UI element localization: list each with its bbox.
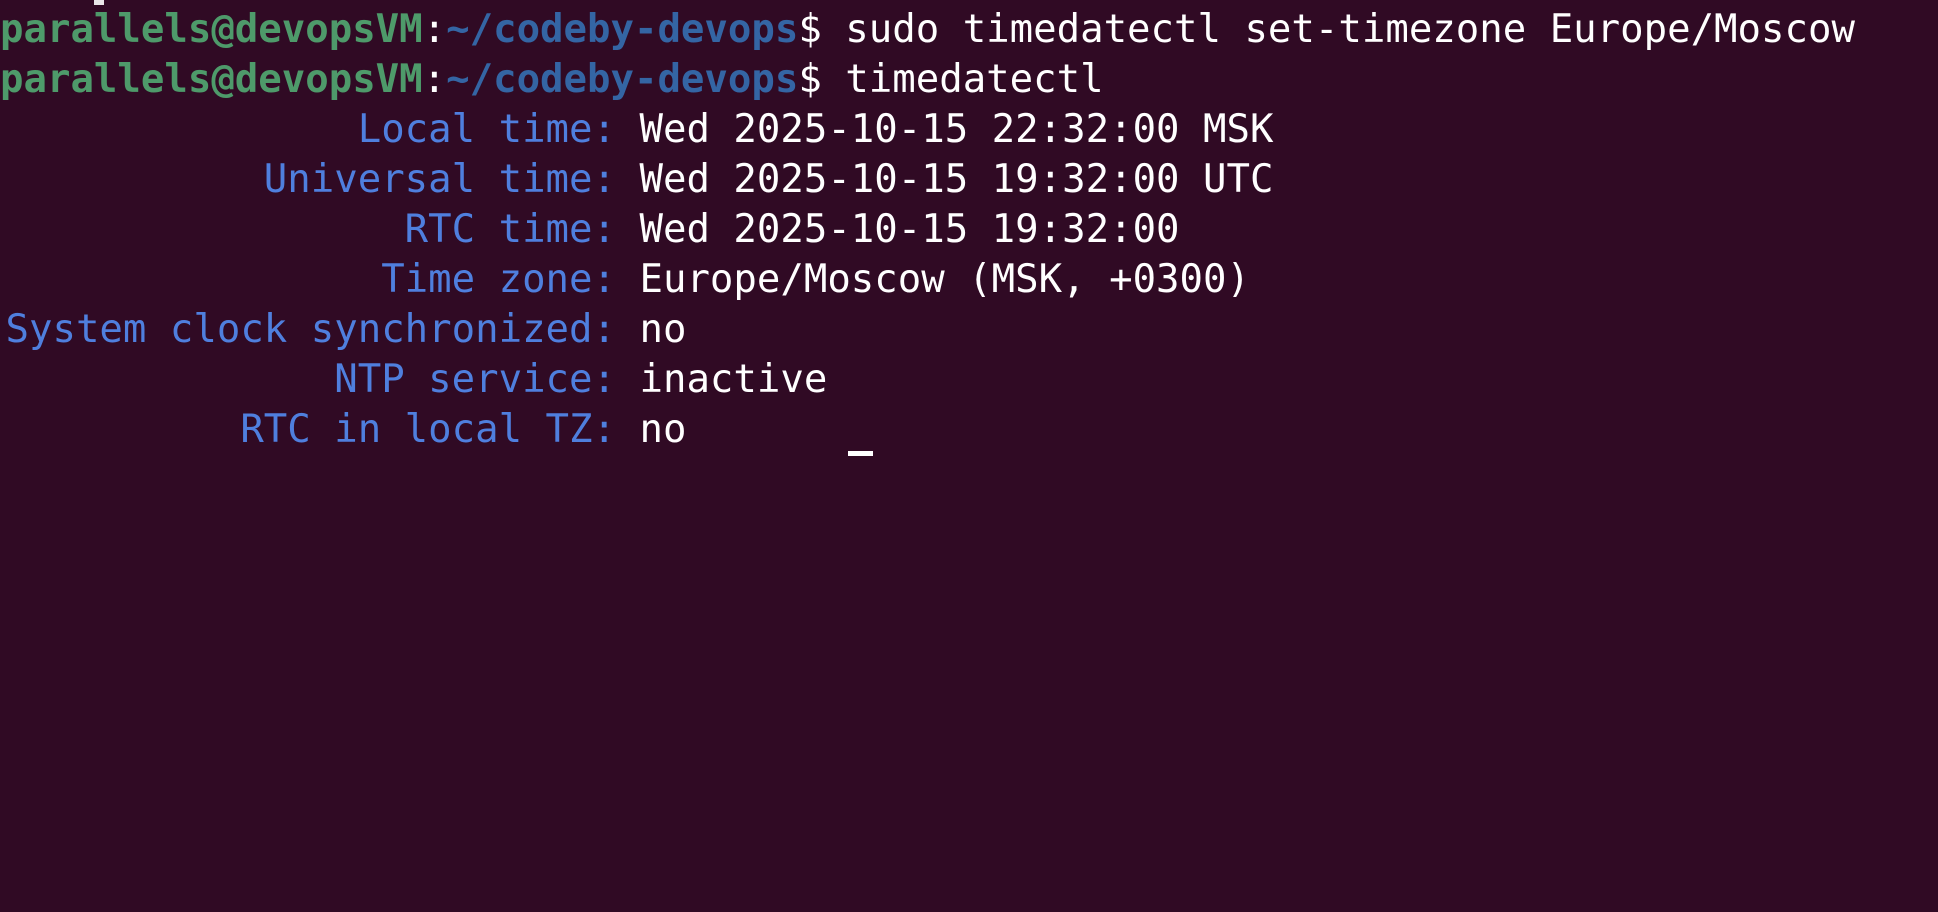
- prompt-colon: :: [422, 57, 447, 102]
- output-row-rtc-local-tz: RTC in local TZ: no: [0, 405, 686, 455]
- output-label: RTC in local TZ:: [240, 407, 616, 452]
- output-label: Universal time:: [263, 157, 616, 202]
- prompt-colon: :: [422, 7, 447, 52]
- output-value: Wed 2025-10-15 19:32:00 UTC: [639, 157, 1274, 202]
- output-value: no: [639, 307, 687, 352]
- output-row-ntp-service: NTP service: inactive: [0, 355, 827, 405]
- output-value: Europe/Moscow (MSK, +0300): [639, 257, 1250, 302]
- output-label: Time zone:: [381, 257, 616, 302]
- prompt-dollar: $: [798, 7, 822, 52]
- command-text: timedatectl: [845, 57, 1104, 102]
- output-label: RTC time:: [404, 207, 616, 252]
- prompt-user-host: parallels@devopsVM: [0, 57, 423, 102]
- command-text: sudo timedatectl set-timezone Europe/Mos…: [845, 7, 1855, 52]
- command-line-1: parallels@devopsVM:~/codeby-devops$ sudo…: [0, 5, 1855, 55]
- output-value: Wed 2025-10-15 19:32:00: [639, 207, 1180, 252]
- output-value: Wed 2025-10-15 22:32:00 MSK: [639, 107, 1274, 152]
- output-value: no: [639, 407, 687, 452]
- prompt-dollar: $: [798, 57, 822, 102]
- prompt-user-host: parallels@devopsVM: [0, 7, 423, 52]
- command-line-2: parallels@devopsVM:~/codeby-devops$ time…: [0, 55, 1104, 105]
- output-row-clock-synchronized: System clock synchronized: no: [0, 305, 687, 355]
- output-row-universal-time: Universal time: Wed 2025-10-15 19:32:00 …: [0, 155, 1274, 205]
- terminal-cursor: [848, 451, 873, 456]
- output-row-rtc-time: RTC time: Wed 2025-10-15 19:32:00: [0, 205, 1180, 255]
- output-label: NTP service:: [334, 357, 616, 402]
- output-value: inactive: [639, 357, 828, 402]
- prompt-path: ~/codeby-devops: [446, 7, 799, 52]
- output-label: Local time:: [357, 107, 616, 152]
- output-row-time-zone: Time zone: Europe/Moscow (MSK, +0300): [0, 255, 1250, 305]
- output-label: System clock synchronized:: [5, 307, 616, 352]
- prompt-path: ~/codeby-devops: [446, 57, 799, 102]
- terminal-window[interactable]: parallels@devopsVM:~/codeby-devops$ sudo…: [0, 0, 1938, 456]
- output-row-local-time: Local time: Wed 2025-10-15 22:32:00 MSK: [0, 105, 1274, 155]
